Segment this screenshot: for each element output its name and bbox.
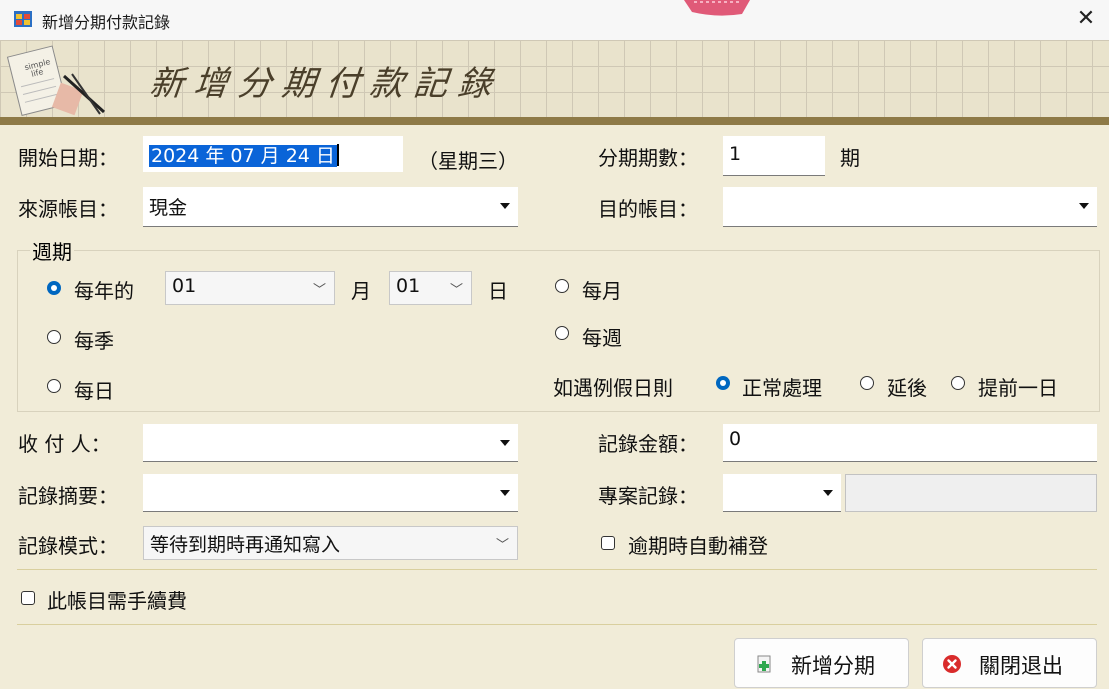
start-date-value: 2024 年 07 月 24 日 xyxy=(149,145,337,167)
auto-fill-checkbox[interactable] xyxy=(601,536,615,550)
divider xyxy=(17,569,1097,570)
close-window-button[interactable]: ✕ xyxy=(1063,0,1109,40)
holiday-rule-label: 如遇例假日則 xyxy=(553,376,673,400)
mode-label: 記錄模式： xyxy=(18,534,118,558)
banner-divider xyxy=(0,117,1109,125)
chevron-down-icon: ﹀ xyxy=(449,283,463,298)
holiday-advance-radio[interactable] xyxy=(951,376,965,390)
month-unit-label: 月 xyxy=(351,279,371,303)
source-account-combo[interactable]: 現金 xyxy=(143,187,518,227)
start-date-label: 開始日期： xyxy=(18,146,118,170)
target-account-label: 目的帳目： xyxy=(598,197,698,221)
yearly-month-select[interactable]: 01 ﹀ xyxy=(165,271,335,305)
yearly-label: 每年的 xyxy=(74,279,134,303)
holiday-postpone-radio[interactable] xyxy=(860,376,874,390)
start-date-picker[interactable]: 2024 年 07 月 24 日 xyxy=(143,136,403,172)
dropdown-arrow-icon xyxy=(823,490,833,496)
installments-input[interactable]: 1 xyxy=(723,136,825,176)
yearly-day-value: 01 xyxy=(396,275,421,297)
amount-label: 記錄金額： xyxy=(598,432,698,456)
weekly-label: 每週 xyxy=(582,326,622,350)
add-installment-button[interactable]: 新增分期 xyxy=(734,638,909,688)
monthly-radio[interactable] xyxy=(555,279,569,293)
holiday-normal-radio[interactable] xyxy=(716,376,730,390)
banner-title: 新增分期付款記錄 xyxy=(147,64,504,104)
amount-input[interactable]: 0 xyxy=(723,424,1097,462)
source-account-value: 現金 xyxy=(149,197,188,219)
project-combo[interactable] xyxy=(723,474,841,512)
summary-combo[interactable] xyxy=(143,474,518,512)
add-installment-label: 新增分期 xyxy=(791,654,875,678)
auto-fill-label: 逾期時自動補登 xyxy=(628,534,768,558)
source-account-label: 來源帳目： xyxy=(18,197,118,221)
yearly-month-value: 01 xyxy=(172,275,197,297)
close-icon: ✕ xyxy=(1076,6,1096,31)
weekday-label: （星期三） xyxy=(418,149,518,173)
monthly-label: 每月 xyxy=(582,279,622,303)
add-document-icon xyxy=(757,655,771,673)
payee-combo[interactable] xyxy=(143,424,518,462)
payee-label: 收 付 人： xyxy=(18,432,111,456)
period-group-title: 週期 xyxy=(30,236,74,265)
dropdown-arrow-icon xyxy=(500,440,510,446)
yearly-radio[interactable] xyxy=(47,281,61,295)
weekly-radio[interactable] xyxy=(555,326,569,340)
fee-checkbox[interactable] xyxy=(21,591,35,605)
app-icon xyxy=(14,11,32,27)
installments-label: 分期期數： xyxy=(598,146,698,170)
mode-select[interactable]: 等待到期時再通知寫入 ﹀ xyxy=(143,526,518,560)
dropdown-arrow-icon xyxy=(1079,203,1089,209)
project-label: 專案記錄： xyxy=(598,484,698,508)
quarterly-radio[interactable] xyxy=(47,330,61,344)
summary-label: 記錄摘要： xyxy=(18,484,118,508)
holiday-postpone-label: 延後 xyxy=(887,376,927,400)
daily-radio[interactable] xyxy=(47,379,61,393)
dropdown-arrow-icon xyxy=(500,490,510,496)
title-bar: 新增分期付款記錄 ✕ xyxy=(0,0,1109,40)
close-exit-button[interactable]: 關閉退出 xyxy=(922,638,1097,688)
project-detail-field xyxy=(845,474,1097,512)
daily-label: 每日 xyxy=(74,379,114,403)
quarterly-label: 每季 xyxy=(74,329,114,353)
installments-unit: 期 xyxy=(840,146,860,170)
holiday-advance-label: 提前一日 xyxy=(978,376,1058,400)
close-exit-label: 關閉退出 xyxy=(979,654,1063,678)
decorative-corner-image xyxy=(684,0,750,16)
dropdown-arrow-icon xyxy=(500,203,510,209)
cancel-icon xyxy=(943,655,961,673)
divider xyxy=(17,624,1097,625)
mode-value: 等待到期時再通知寫入 xyxy=(150,534,341,556)
yearly-day-select[interactable]: 01 ﹀ xyxy=(389,271,472,305)
holiday-normal-label: 正常處理 xyxy=(742,376,822,400)
chevron-down-icon: ﹀ xyxy=(495,538,509,553)
fee-label: 此帳目需手續費 xyxy=(47,589,187,613)
notebook-illustration: simple life xyxy=(6,45,106,117)
chevron-down-icon: ﹀ xyxy=(312,283,326,298)
text-caret xyxy=(336,144,339,166)
window-title: 新增分期付款記錄 xyxy=(42,13,171,32)
target-account-combo[interactable] xyxy=(723,187,1097,227)
day-unit-label: 日 xyxy=(488,279,508,303)
